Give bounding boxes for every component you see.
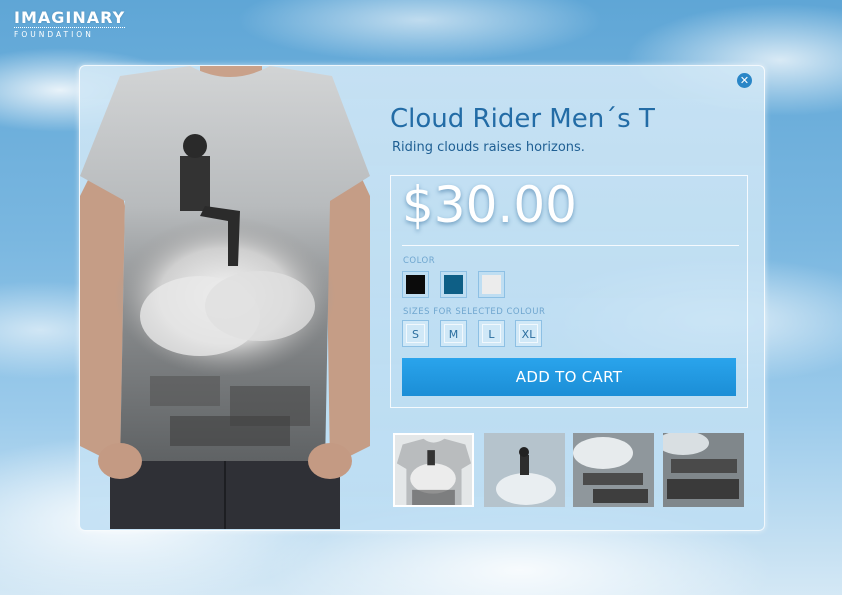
product-title: Cloud Rider Men´s T — [390, 104, 655, 134]
brand-logo[interactable]: IMAGINARY FOUNDATION — [14, 8, 126, 39]
size-label: XL — [519, 324, 538, 343]
color-swatch-blue[interactable] — [440, 271, 467, 298]
swatch-fill — [482, 275, 501, 294]
color-swatch-light-grey[interactable] — [478, 271, 505, 298]
swatch-fill — [406, 275, 425, 294]
thumbnail-4[interactable] — [663, 433, 744, 507]
size-label: L — [482, 324, 501, 343]
sizes-label: SIZES FOR SELECTED COLOUR — [403, 307, 546, 317]
product-tagline: Riding clouds raises horizons. — [392, 140, 585, 155]
size-label: M — [444, 324, 463, 343]
size-button-l[interactable]: L — [478, 320, 505, 347]
brand-sub: FOUNDATION — [14, 27, 126, 39]
thumbnail-3[interactable] — [573, 433, 654, 507]
add-to-cart-button[interactable]: ADD TO CART — [402, 358, 736, 396]
size-button-m[interactable]: M — [440, 320, 467, 347]
size-label: S — [406, 324, 425, 343]
swatch-fill — [444, 275, 463, 294]
size-button-s[interactable]: S — [402, 320, 429, 347]
color-swatch-black[interactable] — [402, 271, 429, 298]
color-label: COLOR — [403, 256, 436, 266]
product-price: $30.00 — [402, 176, 577, 234]
price-divider — [402, 245, 739, 246]
brand-name: IMAGINARY — [14, 8, 126, 27]
close-button[interactable]: ✕ — [737, 73, 752, 88]
size-button-xl[interactable]: XL — [515, 320, 542, 347]
thumbnail-1[interactable] — [393, 433, 474, 507]
product-photo — [80, 66, 370, 529]
close-icon: ✕ — [739, 74, 750, 87]
thumbnail-2[interactable] — [484, 433, 565, 507]
